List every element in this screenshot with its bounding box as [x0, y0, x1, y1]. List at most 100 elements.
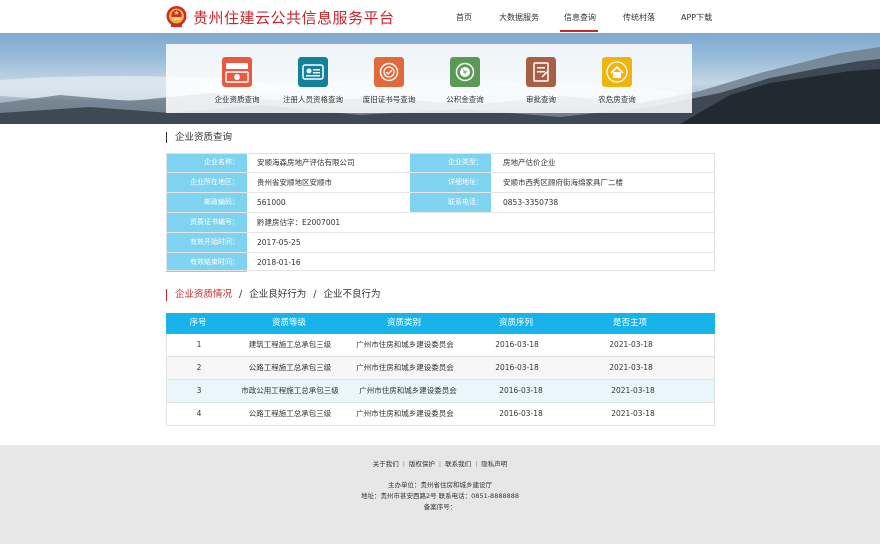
table-cell: 2021-03-18 — [611, 386, 655, 395]
footer-separator: | — [475, 460, 478, 468]
cert-number-value: 黔建房估字：E2007001 — [257, 218, 341, 227]
nav-app-download[interactable]: APP下载 — [681, 12, 712, 23]
tab-qualification-status[interactable]: 企业资质情况 — [175, 289, 232, 300]
tile-label: 企业资质查询 — [214, 95, 260, 104]
table-cell: 2021-03-18 — [609, 340, 653, 349]
tile-enterprise-qualification-query[interactable]: 企业资质查询 — [195, 44, 279, 113]
address-value: 安顺市西秀区顾府街海绵家具厂二楼 — [503, 178, 623, 187]
info-row: 企业所在地区： 贵州省安顺地区安顺市 详细地址： 安顺市西秀区顾府街海绵家具厂二… — [166, 173, 715, 193]
certificate-seal-icon — [374, 57, 404, 87]
table-row[interactable]: 4 公路工程施工总承包三级 广州市住房和城乡建设委员会 2016-03-18 2… — [166, 403, 715, 426]
nav-home[interactable]: 首页 — [456, 12, 472, 23]
valid-start-value: 2017-05-25 — [257, 238, 301, 247]
table-cell: 2016-03-18 — [499, 386, 543, 395]
house-icon — [602, 57, 632, 87]
table-row[interactable]: 2 公路工程施工总承包三级 广州市住房和城乡建设委员会 2016-03-18 2… — [166, 357, 715, 380]
table-cell: 公路工程施工总承包三级 — [248, 363, 332, 372]
tile-label: 注册人员资格查询 — [283, 95, 343, 104]
nav-traditional-villages[interactable]: 传统村落 — [623, 12, 655, 23]
table-cell: 2016-03-18 — [499, 409, 543, 418]
fund-coin-icon: ¥ — [450, 57, 480, 87]
tab-bad-behavior[interactable]: 企业不良行为 — [323, 289, 380, 300]
footer-icp: 备案序号： — [423, 503, 457, 511]
table-cell: 公路工程施工总承包三级 — [248, 409, 332, 418]
footer-separator: | — [438, 460, 442, 468]
banner: 企业资质查询 注册人员资格查询 废旧证书号查询 ¥ 公积金查询 审批查询 农危房… — [0, 33, 880, 124]
table-row[interactable]: 3 市政公用工程施工总承包三级 广州市住房和城乡建设委员会 2016-03-18… — [166, 380, 715, 403]
footer-link-privacy[interactable]: 隐私声明 — [481, 460, 507, 468]
footer-link-contact-us[interactable]: 联系我们 — [445, 460, 471, 468]
info-label: 企业名称： — [166, 153, 247, 172]
table-row[interactable]: 1 建筑工程施工总承包三级 广州市住房和城乡建设委员会 2016-03-18 2… — [166, 334, 715, 357]
info-label: 联系电话： — [410, 193, 491, 212]
detail-tabs: 企业资质情况 / 企业良好行为 / 企业不良行为 — [166, 289, 380, 301]
table-cell: 广州市住房和城乡建设委员会 — [356, 409, 454, 418]
column-header: 资质等级 — [271, 318, 306, 328]
table-cell: 2021-03-18 — [609, 363, 653, 372]
table-cell: 2 — [196, 363, 202, 372]
footer-link-about-us[interactable]: 关于我们 — [373, 460, 399, 468]
top-header: 贵州住建云公共信息服务平台 首页 大数据服务 信息查询 传统村落 APP下载 — [0, 0, 880, 34]
footer-links: 关于我们 | 版权保护 | 联系我们 | 隐私声明 — [0, 458, 880, 468]
footer-link-copyright[interactable]: 版权保护 — [409, 460, 435, 468]
nav-big-data-service[interactable]: 大数据服务 — [499, 12, 539, 23]
tab-good-behavior[interactable]: 企业良好行为 — [249, 289, 306, 300]
tile-label: 废旧证书号查询 — [362, 95, 416, 104]
info-row: 有效结束时间： 2018-01-16 — [166, 253, 715, 273]
table-cell: 建筑工程施工总承包三级 — [248, 340, 332, 349]
table-cell: 2021-03-18 — [611, 409, 655, 418]
id-card-icon — [298, 57, 328, 87]
info-label: 有效结束时间： — [166, 253, 247, 272]
table-header: 序号 资质等级 资质类别 资质序列 是否主项 — [166, 313, 715, 334]
national-emblem-icon — [166, 6, 187, 27]
valid-end-value: 2018-01-16 — [257, 258, 301, 267]
footer: 关于我们 | 版权保护 | 联系我们 | 隐私声明 主办单位：贵州省住房和城乡建设厅 地址：… — [0, 445, 880, 544]
nav-info-query[interactable]: 信息查询 — [564, 12, 596, 23]
table-cell: 2016-03-18 — [495, 363, 539, 372]
company-name-value: 安顺海森房地产评估有限公司 — [257, 158, 355, 167]
approval-document-icon — [526, 57, 556, 87]
table-cell: 广州市住房和城乡建设委员会 — [359, 386, 457, 395]
footer-separator: | — [402, 460, 405, 468]
active-nav-indicator — [560, 30, 598, 32]
quick-query-panel: 企业资质查询 注册人员资格查询 废旧证书号查询 ¥ 公积金查询 审批查询 农危房… — [166, 44, 692, 113]
info-label: 企业所在地区： — [166, 173, 247, 192]
tab-separator: / — [313, 289, 317, 300]
info-label: 企业类型： — [410, 153, 491, 172]
region-value: 贵州省安顺地区安顺市 — [257, 178, 332, 187]
footer-sponsor: 主办单位：贵州省住房和城乡建设厅 — [388, 481, 492, 489]
tab-separator: / — [239, 289, 243, 300]
table-cell: 市政公用工程施工总承包三级 — [241, 386, 339, 395]
info-row: 企业名称： 安顺海森房地产评估有限公司 企业类型： 房地产估价企业 — [166, 153, 715, 173]
company-type-value: 房地产估价企业 — [503, 158, 556, 167]
info-row: 邮政编码： 561000 联系电话： 0853-3350738 — [166, 193, 715, 213]
phone-value: 0853-3350738 — [503, 198, 559, 207]
info-label: 邮政编码： — [166, 193, 247, 212]
footer-contact: 地址：贵州市甚安西路2号 联系电话：0851-8888888 — [360, 492, 520, 500]
enterprise-certificate-icon — [222, 57, 252, 87]
tile-dangerous-rural-house-query[interactable]: 农危房查询 — [575, 44, 659, 113]
tile-obsolete-certificate-query[interactable]: 废旧证书号查询 — [347, 44, 431, 113]
postcode-value: 561000 — [257, 198, 286, 207]
tile-label: 公积金查询 — [446, 95, 484, 104]
svg-text:¥: ¥ — [463, 69, 468, 77]
column-header: 是否主项 — [612, 318, 647, 328]
site-title: 贵州住建云公共信息服务平台 — [193, 9, 395, 27]
tile-label: 审批查询 — [526, 95, 556, 104]
tile-registered-personnel-query[interactable]: 注册人员资格查询 — [271, 44, 355, 113]
tile-approval-query[interactable]: 审批查询 — [499, 44, 583, 113]
table-cell: 广州市住房和城乡建设委员会 — [356, 363, 454, 372]
info-label: 有效开始时间： — [166, 233, 247, 252]
info-row: 资质证书编号： 黔建房估字：E2007001 — [166, 213, 715, 233]
column-header: 资质序列 — [498, 318, 533, 328]
column-header: 序号 — [189, 318, 207, 328]
table-cell: 广州市住房和城乡建设委员会 — [356, 340, 454, 349]
column-header: 资质类别 — [386, 318, 421, 328]
tile-label: 农危房查询 — [598, 95, 636, 104]
table-cell: 2016-03-18 — [495, 340, 539, 349]
tile-provident-fund-query[interactable]: ¥ 公积金查询 — [423, 44, 507, 113]
info-row: 有效开始时间： 2017-05-25 — [166, 233, 715, 253]
table-cell: 3 — [196, 386, 202, 395]
info-label: 详细地址： — [410, 173, 491, 192]
section-title: 企业资质查询 — [166, 132, 232, 143]
